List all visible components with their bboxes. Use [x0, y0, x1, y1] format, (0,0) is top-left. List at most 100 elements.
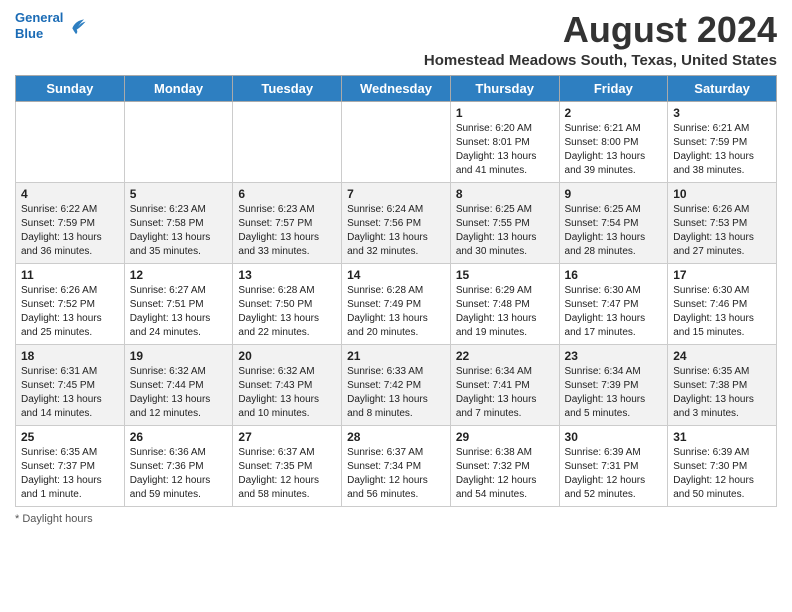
day-number: 28: [347, 430, 445, 444]
calendar-cell: 4 Sunrise: 6:22 AM Sunset: 7:59 PM Daylig…: [16, 182, 125, 263]
day-number: 29: [456, 430, 554, 444]
day-info: Sunrise: 6:25 AM Sunset: 7:54 PM Dayligh…: [565, 203, 663, 259]
day-number: 9: [565, 187, 663, 201]
day-info: Sunrise: 6:38 AM Sunset: 7:32 PM Dayligh…: [456, 446, 554, 502]
day-info: Sunrise: 6:34 AM Sunset: 7:41 PM Dayligh…: [456, 365, 554, 421]
day-info: Sunrise: 6:20 AM Sunset: 8:01 PM Dayligh…: [456, 122, 554, 178]
day-info: Sunrise: 6:28 AM Sunset: 7:50 PM Dayligh…: [238, 284, 336, 340]
day-info: Sunrise: 6:35 AM Sunset: 7:37 PM Dayligh…: [21, 446, 119, 502]
weekday-header-tuesday: Tuesday: [233, 75, 342, 101]
calendar-cell: 9 Sunrise: 6:25 AM Sunset: 7:54 PM Daylig…: [559, 182, 668, 263]
day-number: 21: [347, 349, 445, 363]
day-number: 4: [21, 187, 119, 201]
day-number: 27: [238, 430, 336, 444]
day-number: 22: [456, 349, 554, 363]
day-info: Sunrise: 6:21 AM Sunset: 8:00 PM Dayligh…: [565, 122, 663, 178]
calendar-cell: 15Sunrise: 6:29 AM Sunset: 7:48 PM Dayli…: [450, 263, 559, 344]
calendar-cell: 20 Sunrise: 6:32 AM Sunset: 7:43 PM Dayli…: [233, 344, 342, 425]
day-number: 11: [21, 268, 119, 282]
calendar-cell: [342, 101, 451, 182]
day-number: 8: [456, 187, 554, 201]
calendar-cell: 30Sunrise: 6:39 AM Sunset: 7:31 PM Dayli…: [559, 425, 668, 506]
weekday-header-saturday: Saturday: [668, 75, 777, 101]
logo-bird-icon: [65, 15, 87, 37]
weekday-header-row: SundayMondayTuesdayWednesdayThursdayFrid…: [16, 75, 777, 101]
week-row-2: 4 Sunrise: 6:22 AM Sunset: 7:59 PM Daylig…: [16, 182, 777, 263]
day-number: 18: [21, 349, 119, 363]
subtitle: Homestead Meadows South, Texas, United S…: [424, 52, 777, 69]
day-info: Sunrise: 6:37 AM Sunset: 7:34 PM Dayligh…: [347, 446, 445, 502]
calendar-cell: 31Sunrise: 6:39 AM Sunset: 7:30 PM Dayli…: [668, 425, 777, 506]
day-number: 23: [565, 349, 663, 363]
day-number: 12: [130, 268, 228, 282]
calendar-cell: 12 Sunrise: 6:27 AM Sunset: 7:51 PM Dayli…: [124, 263, 233, 344]
day-info: Sunrise: 6:36 AM Sunset: 7:36 PM Dayligh…: [130, 446, 228, 502]
calendar-cell: 28 Sunrise: 6:37 AM Sunset: 7:34 PM Dayli…: [342, 425, 451, 506]
day-info: Sunrise: 6:23 AM Sunset: 7:58 PM Dayligh…: [130, 203, 228, 259]
day-info: Sunrise: 6:32 AM Sunset: 7:43 PM Dayligh…: [238, 365, 336, 421]
calendar-cell: 23Sunrise: 6:34 AM Sunset: 7:39 PM Dayli…: [559, 344, 668, 425]
day-number: 26: [130, 430, 228, 444]
weekday-header-thursday: Thursday: [450, 75, 559, 101]
day-info: Sunrise: 6:32 AM Sunset: 7:44 PM Dayligh…: [130, 365, 228, 421]
day-info: Sunrise: 6:30 AM Sunset: 7:47 PM Dayligh…: [565, 284, 663, 340]
calendar-cell: 22 Sunrise: 6:34 AM Sunset: 7:41 PM Dayli…: [450, 344, 559, 425]
calendar-cell: 26 Sunrise: 6:36 AM Sunset: 7:36 PM Dayli…: [124, 425, 233, 506]
calendar-cell: [233, 101, 342, 182]
calendar-cell: 8 Sunrise: 6:25 AM Sunset: 7:55 PM Daylig…: [450, 182, 559, 263]
calendar-cell: [16, 101, 125, 182]
day-info: Sunrise: 6:37 AM Sunset: 7:35 PM Dayligh…: [238, 446, 336, 502]
day-number: 15: [456, 268, 554, 282]
day-info: Sunrise: 6:25 AM Sunset: 7:55 PM Dayligh…: [456, 203, 554, 259]
day-info: Sunrise: 6:24 AM Sunset: 7:56 PM Dayligh…: [347, 203, 445, 259]
calendar-cell: 6 Sunrise: 6:23 AM Sunset: 7:57 PM Daylig…: [233, 182, 342, 263]
logo-general: General: [15, 10, 63, 25]
day-number: 14: [347, 268, 445, 282]
day-info: Sunrise: 6:26 AM Sunset: 7:52 PM Dayligh…: [21, 284, 119, 340]
day-number: 24: [673, 349, 771, 363]
day-info: Sunrise: 6:33 AM Sunset: 7:42 PM Dayligh…: [347, 365, 445, 421]
weekday-header-sunday: Sunday: [16, 75, 125, 101]
day-info: Sunrise: 6:27 AM Sunset: 7:51 PM Dayligh…: [130, 284, 228, 340]
day-number: 25: [21, 430, 119, 444]
calendar-cell: 21 Sunrise: 6:33 AM Sunset: 7:42 PM Dayli…: [342, 344, 451, 425]
day-info: Sunrise: 6:39 AM Sunset: 7:31 PM Dayligh…: [565, 446, 663, 502]
day-number: 7: [347, 187, 445, 201]
week-row-5: 25 Sunrise: 6:35 AM Sunset: 7:37 PM Dayli…: [16, 425, 777, 506]
day-number: 19: [130, 349, 228, 363]
day-number: 1: [456, 106, 554, 120]
day-info: Sunrise: 6:21 AM Sunset: 7:59 PM Dayligh…: [673, 122, 771, 178]
day-number: 16: [565, 268, 663, 282]
calendar-cell: 17Sunrise: 6:30 AM Sunset: 7:46 PM Dayli…: [668, 263, 777, 344]
week-row-4: 18Sunrise: 6:31 AM Sunset: 7:45 PM Dayli…: [16, 344, 777, 425]
calendar-cell: 16 Sunrise: 6:30 AM Sunset: 7:47 PM Dayli…: [559, 263, 668, 344]
logo-blue: Blue: [15, 26, 43, 41]
day-number: 20: [238, 349, 336, 363]
calendar-cell: 5Sunrise: 6:23 AM Sunset: 7:58 PM Daylig…: [124, 182, 233, 263]
day-number: 6: [238, 187, 336, 201]
calendar-cell: 18Sunrise: 6:31 AM Sunset: 7:45 PM Dayli…: [16, 344, 125, 425]
calendar-cell: 14Sunrise: 6:28 AM Sunset: 7:49 PM Dayli…: [342, 263, 451, 344]
footer-note: * Daylight hours: [15, 513, 777, 525]
calendar-cell: 13Sunrise: 6:28 AM Sunset: 7:50 PM Dayli…: [233, 263, 342, 344]
day-number: 31: [673, 430, 771, 444]
calendar-cell: [124, 101, 233, 182]
calendar-cell: 3Sunrise: 6:21 AM Sunset: 7:59 PM Daylig…: [668, 101, 777, 182]
day-info: Sunrise: 6:26 AM Sunset: 7:53 PM Dayligh…: [673, 203, 771, 259]
calendar-cell: 19 Sunrise: 6:32 AM Sunset: 7:44 PM Dayli…: [124, 344, 233, 425]
day-info: Sunrise: 6:22 AM Sunset: 7:59 PM Dayligh…: [21, 203, 119, 259]
day-number: 10: [673, 187, 771, 201]
logo-text: General Blue: [15, 10, 63, 41]
calendar-cell: 10 Sunrise: 6:26 AM Sunset: 7:53 PM Dayli…: [668, 182, 777, 263]
header: General Blue August 2024 Homestead Meado…: [15, 10, 777, 69]
week-row-3: 11 Sunrise: 6:26 AM Sunset: 7:52 PM Dayli…: [16, 263, 777, 344]
calendar-cell: 2Sunrise: 6:21 AM Sunset: 8:00 PM Daylig…: [559, 101, 668, 182]
day-info: Sunrise: 6:23 AM Sunset: 7:57 PM Dayligh…: [238, 203, 336, 259]
main-title: August 2024: [424, 10, 777, 50]
week-row-1: 1 Sunrise: 6:20 AM Sunset: 8:01 PM Daylig…: [16, 101, 777, 182]
daylight-label: Daylight hours: [22, 513, 92, 525]
title-block: August 2024 Homestead Meadows South, Tex…: [424, 10, 777, 69]
weekday-header-wednesday: Wednesday: [342, 75, 451, 101]
day-number: 17: [673, 268, 771, 282]
calendar-cell: 29 Sunrise: 6:38 AM Sunset: 7:32 PM Dayli…: [450, 425, 559, 506]
